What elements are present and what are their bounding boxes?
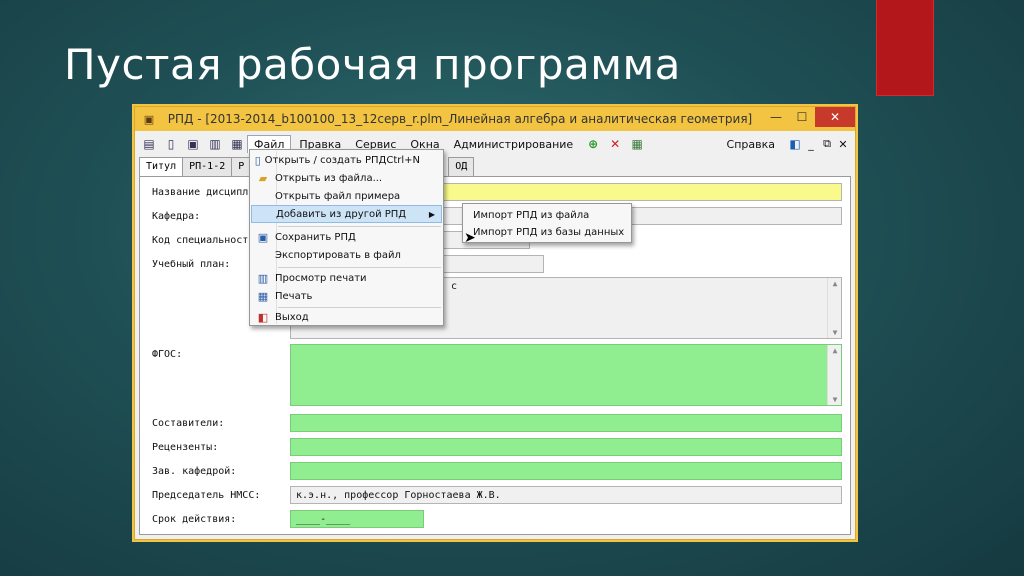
label-reviewers: Рецензенты: [152, 442, 219, 453]
exit-icon[interactable]: ◧ [787, 136, 803, 152]
menu-open-file-label: Открыть из файла... [275, 172, 383, 184]
tab-rp-1-2[interactable]: РП-1-2 [182, 157, 233, 177]
mdi-minimize-button[interactable]: _ [803, 138, 819, 151]
menubar: ▤ ▯ ▣ ▥ ▦ Файл Правка Сервис Окна Админи… [135, 133, 855, 155]
submenu-arrow-icon: ▶ [428, 209, 435, 219]
print-preview-icon[interactable]: ▥ [207, 136, 223, 152]
label-nmss-chair: Председатель НМСС: [152, 490, 261, 501]
scroll-up-icon[interactable]: ▲ [828, 346, 841, 355]
app-icon: ▣ [143, 112, 155, 126]
printer-icon: ▦ [257, 289, 269, 303]
titlebar: ▣ РПД - [2013-2014_b100100_13_12серв_r.p… [135, 107, 855, 131]
label-specialty-code: Код специальност [152, 235, 249, 246]
tab-od[interactable]: ОД [448, 157, 475, 177]
accent-red-tab [876, 0, 934, 96]
close-button[interactable]: ✕ [815, 107, 855, 127]
scroll-down-icon[interactable]: ▼ [828, 328, 841, 337]
reviewers-field[interactable] [290, 438, 842, 456]
file-menu-dropdown: ▯ Открыть / создать РПД Ctrl+N ▰ Открыть… [249, 149, 444, 326]
label-head: Зав. кафедрой: [152, 466, 237, 477]
save-icon: ▣ [257, 230, 269, 244]
menu-print-label: Печать [275, 290, 313, 302]
folder-icon: ▰ [258, 171, 268, 185]
mdi-close-button[interactable]: ✕ [835, 138, 851, 151]
menu-export[interactable]: Экспортировать в файл [251, 246, 442, 264]
label-discipline: Название дисципл [152, 187, 249, 198]
head-field[interactable] [290, 462, 842, 480]
app-window: ▣ РПД - [2013-2014_b100100_13_12серв_r.p… [132, 104, 858, 542]
menu-open-example[interactable]: Открыть файл примера [251, 187, 442, 205]
menu-save[interactable]: ▣ Сохранить РПД [251, 228, 442, 246]
menu-export-label: Экспортировать в файл [275, 249, 401, 261]
delete-icon[interactable]: ✕ [607, 136, 623, 152]
menu-save-label: Сохранить РПД [275, 231, 356, 243]
table-icon[interactable]: ▦ [629, 136, 645, 152]
new-document-icon[interactable]: ▯ [163, 136, 179, 152]
minimize-button[interactable]: — [763, 107, 789, 127]
menu-open-create-label: Открыть / создать РПД [264, 154, 387, 166]
label-fgos: ФГОС: [152, 349, 183, 360]
window-title: РПД - [2013-2014_b100100_13_12серв_r.plm… [167, 112, 753, 126]
menu-help[interactable]: Справка [721, 136, 781, 153]
nmss-chair-field[interactable]: к.э.н., профессор Горностаева Ж.В. [290, 486, 842, 504]
label-study-plan: Учебный план: [152, 259, 231, 270]
save-all-icon[interactable]: ▤ [141, 136, 157, 152]
document-icon: ▯ [254, 153, 261, 167]
menu-separator [278, 226, 441, 227]
maximize-button[interactable]: ☐ [789, 107, 815, 127]
label-department: Кафедра: [152, 211, 201, 222]
menu-open-create[interactable]: ▯ Открыть / создать РПД Ctrl+N [251, 151, 442, 169]
scroll-up-icon[interactable]: ▲ [828, 279, 841, 288]
submenu-import-db[interactable]: Импорт РПД из базы данных [473, 223, 624, 241]
menu-add-from-other-label: Добавить из другой РПД [276, 208, 407, 220]
menu-print-preview[interactable]: ▥ Просмотр печати [251, 269, 442, 287]
save-icon[interactable]: ▣ [185, 136, 201, 152]
menu-separator [278, 267, 441, 268]
mdi-restore-button[interactable]: ⧉ [819, 137, 835, 151]
add-icon[interactable]: ⊕ [585, 136, 601, 152]
print-icon[interactable]: ▦ [229, 136, 245, 152]
fgos-scrollbar[interactable]: ▲ ▼ [827, 345, 841, 405]
menu-print[interactable]: ▦ Печать [251, 287, 442, 305]
menu-open-create-shortcut: Ctrl+N [386, 154, 420, 166]
study-plan-scrollbar[interactable]: ▲ ▼ [827, 278, 841, 338]
menu-exit[interactable]: ◧ Выход [251, 308, 442, 326]
exit-icon: ◧ [257, 310, 269, 324]
mouse-cursor-icon: ➤ [464, 230, 476, 246]
add-from-other-submenu: Импорт РПД из файла Импорт РПД из базы д… [462, 203, 632, 243]
print-preview-icon: ▥ [257, 271, 269, 285]
menu-print-preview-label: Просмотр печати [275, 272, 367, 284]
study-plan-text-value: с [451, 281, 458, 292]
validity-field[interactable]: ____-____ [290, 510, 424, 528]
label-validity: Срок действия: [152, 514, 237, 525]
submenu-import-file[interactable]: Импорт РПД из файла [473, 206, 589, 224]
authors-field[interactable] [290, 414, 842, 432]
label-authors: Составители: [152, 418, 225, 429]
scroll-down-icon[interactable]: ▼ [828, 395, 841, 404]
tab-title[interactable]: Титул [139, 157, 184, 177]
menu-open-file[interactable]: ▰ Открыть из файла... [251, 169, 442, 187]
menu-exit-label: Выход [275, 311, 309, 323]
fgos-field[interactable]: ▲ ▼ [290, 344, 842, 406]
slide-title: Пустая рабочая программа [64, 40, 681, 89]
menu-add-from-other[interactable]: Добавить из другой РПД ▶ [251, 205, 442, 223]
menu-open-example-label: Открыть файл примера [275, 190, 401, 202]
menu-admin[interactable]: Администрирование [448, 136, 580, 153]
